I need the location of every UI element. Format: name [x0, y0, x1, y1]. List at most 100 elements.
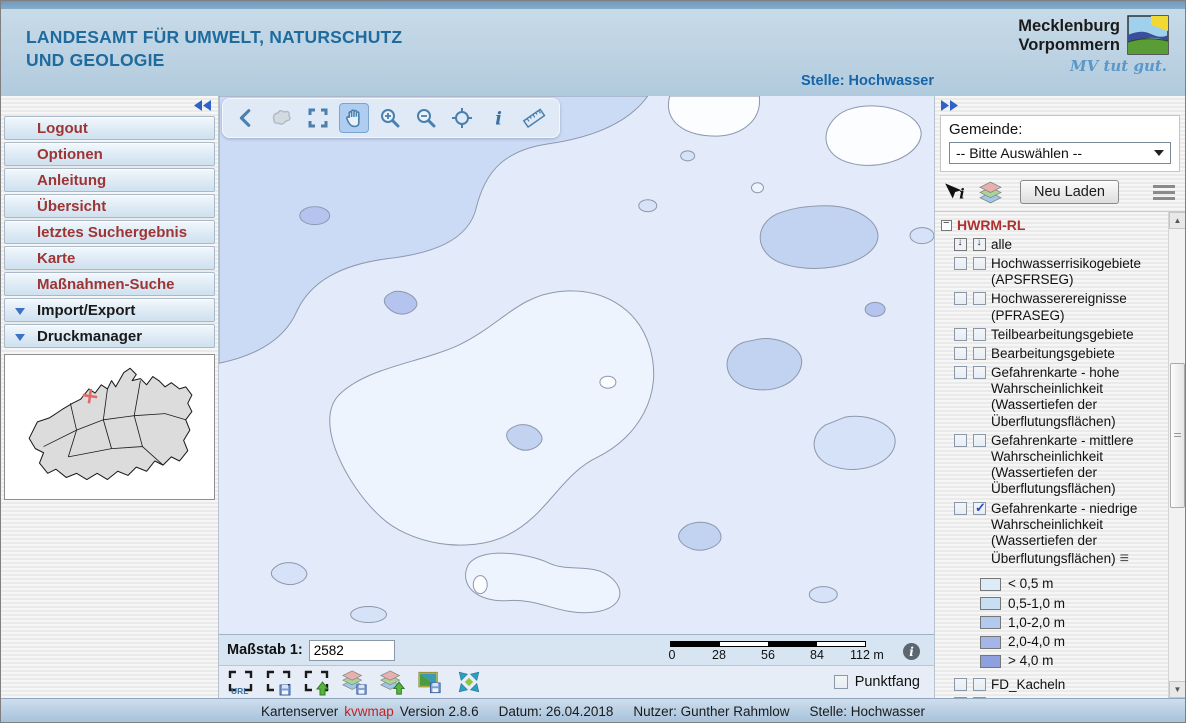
tree-item: Teilbearbeitungsgebiete: [941, 327, 1166, 343]
sidebar-item-massnahmen-suche[interactable]: Maßnahmen-Suche: [4, 272, 215, 296]
collapse-sidebar-icon[interactable]: [194, 100, 212, 111]
header: LANDESAMT FÜR UMWELT, NATURSCHUTZ UND GE…: [1, 1, 1185, 96]
svg-text:URL: URL: [231, 686, 248, 696]
layer-query-checkbox[interactable]: [954, 292, 967, 305]
layer-label[interactable]: Gefahrenkarte - mittlere Wahrscheinlichk…: [991, 433, 1166, 498]
layer-query-checkbox[interactable]: [954, 502, 967, 515]
footer-date: Datum: 26.04.2018: [499, 704, 614, 719]
layer-visible-checkbox[interactable]: [973, 257, 986, 270]
load-extent-icon[interactable]: [303, 669, 330, 696]
map-column: i Maßstab 1: 0 28 56 84: [219, 96, 934, 698]
sidebar-item-anleitung[interactable]: Anleitung: [4, 168, 215, 192]
tree-item: Gefahrenkarte - hohe Wahrscheinlichkeit …: [941, 365, 1166, 430]
save-layers-icon[interactable]: [341, 669, 368, 696]
layer-visible-checkbox[interactable]: [973, 347, 986, 360]
hand-pan-icon[interactable]: [339, 103, 369, 133]
punktfang-checkbox[interactable]: [834, 675, 848, 689]
footer-app-name: kvwmap: [344, 704, 394, 719]
layer-visible-checkbox[interactable]: [973, 292, 986, 305]
layer-visible-checkbox[interactable]: [973, 502, 986, 515]
neu-laden-button[interactable]: Neu Laden: [1020, 180, 1119, 204]
legend-row: 1,0-2,0 m: [980, 615, 1166, 631]
scale-input[interactable]: [309, 640, 395, 661]
legend-swatch: [980, 636, 1001, 649]
tree-item: Potentielle Überflutungsräume - Ereignis…: [941, 696, 1166, 698]
layer-visible-checkbox[interactable]: [973, 328, 986, 341]
tree-item-gefahrenkarte-niedrig: Gefahrenkarte - niedrige Wahrscheinlichk…: [941, 501, 1166, 569]
legend-row: < 0,5 m: [980, 576, 1166, 592]
collapse-group-icon[interactable]: [941, 220, 952, 231]
tree-item: Hochwasserereignisse (PFRASEG): [941, 291, 1166, 323]
sidebar-item-karte[interactable]: Karte: [4, 246, 215, 270]
chevron-down-icon: [15, 308, 25, 315]
layer-query-checkbox[interactable]: [954, 697, 967, 698]
layer-label[interactable]: alle: [991, 237, 1166, 253]
layer-visible-checkbox[interactable]: [973, 697, 986, 698]
layer-menu-icon[interactable]: ≡: [1120, 550, 1129, 567]
chevron-down-icon: [1154, 150, 1164, 156]
layer-label[interactable]: Teilbearbeitungsgebiete: [991, 327, 1166, 343]
all-on-icon[interactable]: [954, 238, 967, 251]
zoom-extent-icon[interactable]: [455, 669, 482, 696]
save-extent-icon[interactable]: [265, 669, 292, 696]
sidebar-item-uebersicht[interactable]: Übersicht: [4, 194, 215, 218]
scalebar: 0 28 56 84 112 m i: [670, 638, 920, 664]
layer-label[interactable]: FD_Kacheln: [991, 677, 1166, 693]
zoom-in-icon[interactable]: [375, 103, 405, 133]
layer-query-checkbox[interactable]: [954, 328, 967, 341]
layers-icon[interactable]: [978, 181, 1003, 204]
legend-swatch: [980, 655, 1001, 668]
gemeinde-select-value: -- Bitte Auswählen --: [956, 145, 1082, 161]
layer-label[interactable]: Gefahrenkarte - hohe Wahrscheinlichkeit …: [991, 365, 1166, 430]
all-on-icon[interactable]: [973, 238, 986, 251]
footer-stelle: Stelle: Hochwasser: [809, 704, 925, 719]
map-toolbar: i: [222, 98, 560, 138]
mv-tagline: MV tut gut.: [980, 57, 1169, 75]
recenter-icon[interactable]: [447, 103, 477, 133]
layer-label[interactable]: Gefahrenkarte - niedrige Wahrscheinlichk…: [991, 501, 1166, 569]
load-layers-icon[interactable]: [379, 669, 406, 696]
layer-query-checkbox[interactable]: [954, 257, 967, 270]
map-viewport[interactable]: i: [219, 96, 934, 634]
left-sidebar: Logout Optionen Anleitung Übersicht letz…: [1, 96, 219, 698]
tree-group-hwrm-rl[interactable]: HWRM-RL: [941, 217, 1166, 234]
layer-visible-checkbox[interactable]: [973, 366, 986, 379]
sidebar-item-import-export[interactable]: Import/Export: [4, 298, 215, 322]
right-panel: Gemeinde: -- Bitte Auswählen -- i Neu La…: [934, 96, 1185, 698]
select-info-icon[interactable]: i: [943, 182, 969, 202]
overview-map[interactable]: [4, 354, 215, 500]
scrollbar-thumb[interactable]: [1170, 363, 1185, 509]
layer-query-checkbox[interactable]: [954, 678, 967, 691]
layer-visible-checkbox[interactable]: [973, 678, 986, 691]
info-icon[interactable]: i: [483, 103, 513, 133]
layer-label[interactable]: Hochwasserereignisse (PFRASEG): [991, 291, 1166, 323]
scalebar-info-icon[interactable]: i: [903, 643, 920, 660]
layer-query-checkbox[interactable]: [954, 434, 967, 447]
scroll-down-icon[interactable]: ▼: [1169, 681, 1185, 698]
gemeinde-select[interactable]: -- Bitte Auswählen --: [949, 142, 1171, 164]
panel-menu-icon[interactable]: [1153, 185, 1175, 200]
layer-label[interactable]: Potentielle Überflutungsräume - Ereignis…: [991, 696, 1166, 698]
app-window: LANDESAMT FÜR UMWELT, NATURSCHUTZ UND GE…: [0, 0, 1186, 723]
sidebar-item-druckmanager[interactable]: Druckmanager: [4, 324, 215, 348]
zoom-out-icon[interactable]: [411, 103, 441, 133]
layer-label[interactable]: Hochwasserrisikogebiete (APSFRSEG): [991, 256, 1166, 288]
tree-scrollbar[interactable]: ▲ ▼: [1168, 212, 1185, 698]
sidebar-item-letztes-suchergebnis[interactable]: letztes Suchergebnis: [4, 220, 215, 244]
layer-label[interactable]: Bearbeitungsgebiete: [991, 346, 1166, 362]
layer-visible-checkbox[interactable]: [973, 434, 986, 447]
save-image-icon[interactable]: [417, 669, 444, 696]
layer-query-checkbox[interactable]: [954, 366, 967, 379]
layer-query-checkbox[interactable]: [954, 347, 967, 360]
sidebar-item-label: Übersicht: [37, 198, 106, 215]
sidebar-item-logout[interactable]: Logout: [4, 116, 215, 140]
layer-tree: HWRM-RL alle Hochwasserrisikogebiete (AP…: [935, 212, 1168, 698]
scroll-up-icon[interactable]: ▲: [1169, 212, 1185, 229]
expand-panel-icon[interactable]: [940, 100, 958, 111]
sidebar-item-optionen[interactable]: Optionen: [4, 142, 215, 166]
punktfang-control: Punktfang: [834, 674, 920, 690]
measure-icon[interactable]: [519, 103, 549, 133]
url-extent-icon[interactable]: URL: [227, 669, 254, 696]
back-icon[interactable]: [231, 103, 261, 133]
full-extent-icon[interactable]: [303, 103, 333, 133]
